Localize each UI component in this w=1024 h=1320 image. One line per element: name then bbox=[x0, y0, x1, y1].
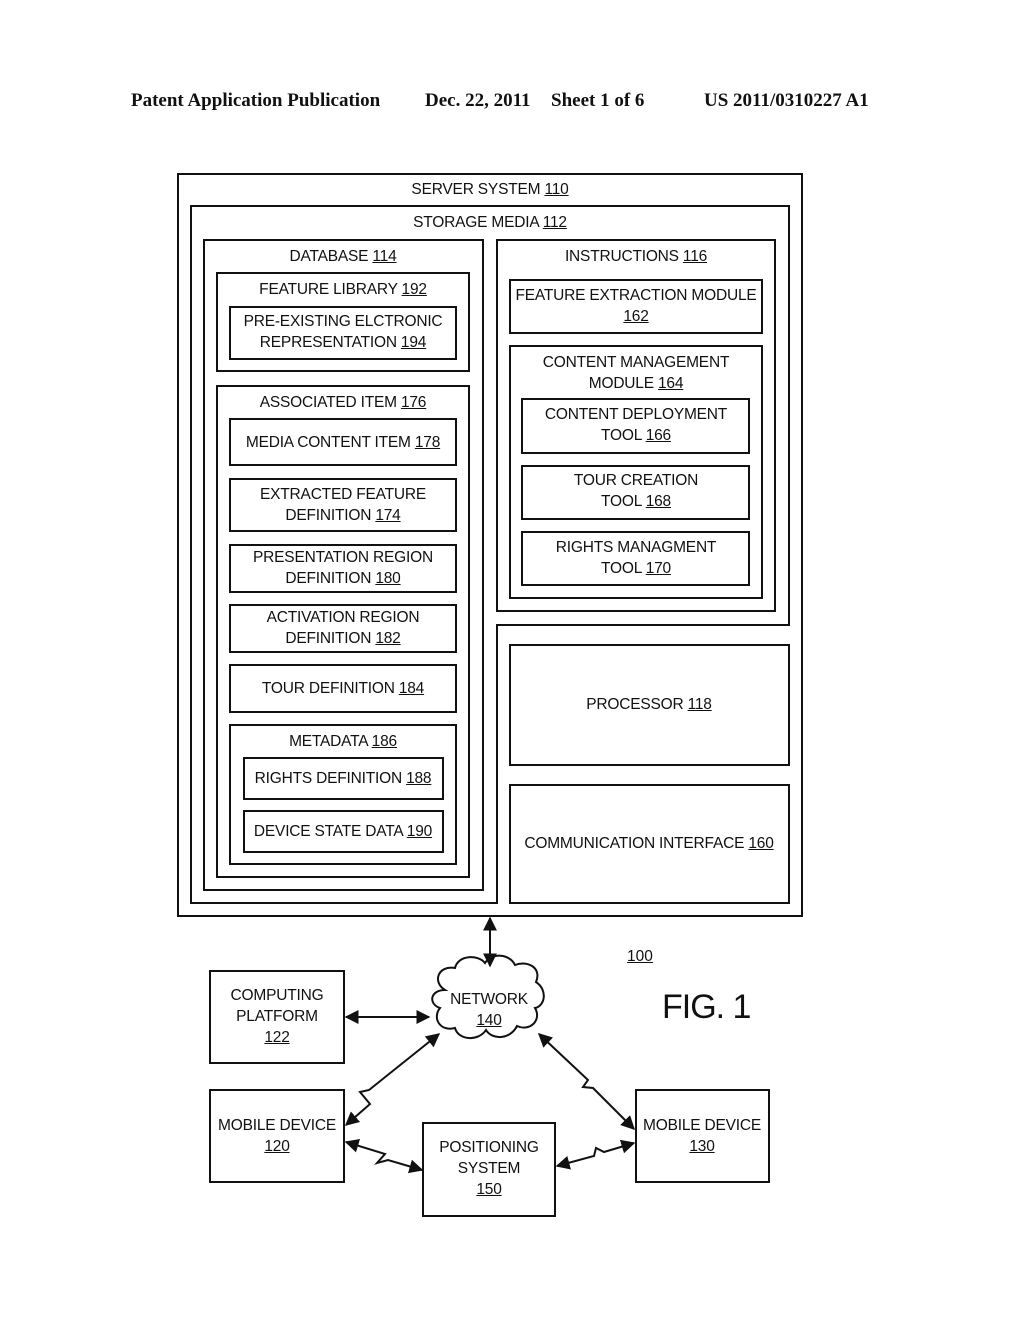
communication-interface-label: COMMUNICATION INTERFACE 160 bbox=[524, 835, 774, 852]
mobile130-positioning-link bbox=[555, 1139, 636, 1170]
figure-label: FIG. 1 bbox=[662, 988, 751, 1026]
rights-management-label: RIGHTS MANAGMENT TOOL 170 bbox=[555, 539, 717, 577]
activation-region-label: ACTIVATION REGION DEFINITION 182 bbox=[266, 609, 420, 647]
feature-extraction-label: FEATURE EXTRACTION MODULE 162 bbox=[515, 287, 757, 325]
tour-definition-label: TOUR DEFINITION 184 bbox=[261, 680, 425, 697]
device-state-label: DEVICE STATE DATA 190 bbox=[253, 823, 433, 840]
database-label: DATABASE 114 bbox=[289, 248, 397, 265]
tour-creation-label: TOUR CREATION TOOL 168 bbox=[573, 472, 699, 510]
mobile130-network-link bbox=[537, 1033, 635, 1130]
storage-media-label: STORAGE MEDIA 112 bbox=[413, 214, 567, 231]
pre-existing-label: PRE-EXISTING ELCTRONIC REPRESENTATION 194 bbox=[243, 313, 443, 351]
network-label: NETWORK 140 bbox=[450, 991, 528, 1029]
metadata-label: METADATA 186 bbox=[289, 733, 397, 750]
content-management-label: CONTENT MANAGEMENT MODULE 164 bbox=[542, 354, 730, 392]
server-system-label: SERVER SYSTEM 110 bbox=[411, 181, 569, 198]
associated-item-label: ASSOCIATED ITEM 176 bbox=[259, 394, 427, 411]
feature-library-label: FEATURE LIBRARY 192 bbox=[259, 281, 427, 298]
content-deployment-label: CONTENT DEPLOYMENT TOOL 166 bbox=[544, 406, 728, 444]
system-reference-number: 100 bbox=[627, 948, 653, 965]
computing-platform-label: COMPUTING PLATFORM 122 bbox=[230, 987, 324, 1046]
mobile120-network-link bbox=[344, 1033, 441, 1126]
positioning-system-label: POSITIONING SYSTEM 150 bbox=[439, 1139, 539, 1198]
mobile-device-130-label: MOBILE DEVICE 130 bbox=[643, 1117, 761, 1155]
processor-label: PROCESSOR 118 bbox=[586, 696, 712, 713]
mobile-device-120-label: MOBILE DEVICE 120 bbox=[218, 1117, 336, 1155]
mobile120-positioning-link bbox=[344, 1139, 424, 1174]
rights-definition-label: RIGHTS DEFINITION 188 bbox=[254, 770, 432, 787]
media-content-label: MEDIA CONTENT ITEM 178 bbox=[245, 434, 441, 451]
extracted-feature-label: EXTRACTED FEATURE DEFINITION 174 bbox=[260, 486, 426, 524]
presentation-region-label: PRESENTATION REGION DEFINITION 180 bbox=[253, 549, 433, 587]
instructions-label: INSTRUCTIONS 116 bbox=[564, 248, 708, 265]
